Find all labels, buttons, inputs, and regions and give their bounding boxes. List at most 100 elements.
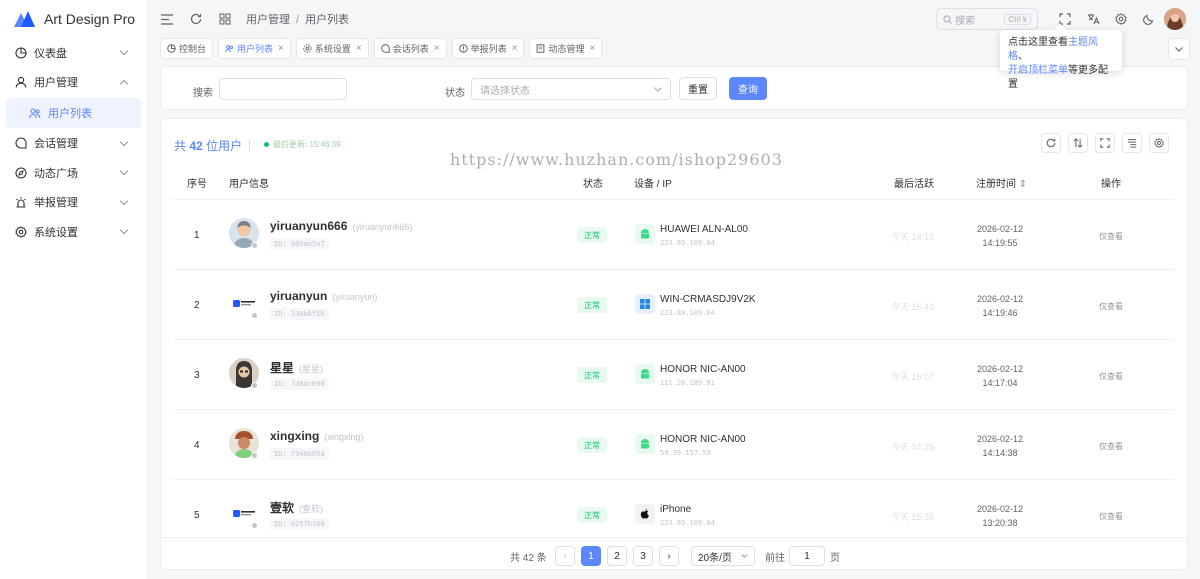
tab-user-list[interactable]: 用户列表 × — [218, 38, 291, 59]
register-time: 2026-02-12 14:19:55 — [977, 222, 1023, 250]
sidebar-item-dashboard[interactable]: 仪表盘 — [6, 38, 141, 68]
prev-page-button[interactable]: ‹ — [555, 546, 575, 566]
sidebar-item-session-management[interactable]: 会话管理 — [6, 129, 141, 159]
goto-page-input[interactable]: 1 — [789, 546, 825, 566]
page-2[interactable]: 2 — [607, 546, 627, 566]
user-alias: (yiruanyun666) — [352, 222, 413, 232]
view-only-action[interactable]: 仅查看 — [1099, 511, 1123, 522]
column-header-register-time[interactable]: 注册时间 ⇕ — [976, 175, 1027, 190]
app-title: Art Design Pro — [44, 11, 136, 27]
breadcrumb: 用户管理 / 用户列表 — [246, 11, 349, 27]
close-icon[interactable]: × — [356, 43, 362, 54]
avatar[interactable] — [1164, 8, 1186, 30]
status-badge: 正常 — [577, 507, 607, 523]
tab-label: 控制台 — [179, 44, 207, 54]
tab-session-list[interactable]: 会话列表 × — [373, 38, 447, 59]
row-index: 1 — [194, 230, 200, 241]
user-alias: (xingxing) — [324, 432, 364, 442]
view-only-action[interactable]: 仅查看 — [1099, 371, 1123, 382]
reset-button[interactable]: 重置 — [679, 77, 717, 100]
ip-address: 111.26.189.81 — [660, 379, 715, 387]
view-only-action[interactable]: 仅查看 — [1099, 441, 1123, 452]
search-input[interactable]: 搜索 Ctrl k — [936, 8, 1038, 30]
row-index: 2 — [194, 300, 200, 311]
register-time: 2026-02-12 14:17:04 — [977, 362, 1023, 390]
sidebar-item-user-management[interactable]: 用户管理 — [6, 68, 141, 98]
tab-feed-management[interactable]: 动态管理 × — [529, 38, 603, 59]
page-size-select[interactable]: 20条/页 — [691, 546, 755, 566]
goto-label: 前往 — [765, 552, 785, 564]
refresh-button[interactable] — [1041, 133, 1061, 153]
sort-button[interactable] — [1068, 133, 1088, 153]
grid-icon[interactable] — [218, 12, 232, 26]
settings-icon[interactable] — [1114, 12, 1128, 26]
ip-address: 223.89.109.84 — [660, 309, 715, 317]
user-name-text: yiruanyun — [270, 289, 328, 303]
sidebar-item-user-list[interactable]: 用户列表 — [6, 98, 141, 128]
view-only-action[interactable]: 仅查看 — [1099, 301, 1123, 312]
document-icon — [536, 44, 545, 53]
dashboard-icon — [14, 46, 28, 60]
windows-icon — [635, 294, 655, 314]
query-button[interactable]: 查询 — [729, 77, 767, 100]
chevron-down-icon — [119, 196, 129, 205]
menu-fold-icon[interactable] — [160, 12, 174, 26]
sidebar-item-feed[interactable]: 动态广场 — [6, 158, 141, 188]
close-icon[interactable]: × — [434, 43, 440, 54]
gear-icon — [1154, 138, 1164, 148]
page-1[interactable]: 1 — [581, 546, 601, 566]
user-name-text: yiruanyun666 — [270, 219, 348, 233]
sidebar-item-system-settings[interactable]: 系统设置 — [6, 217, 141, 247]
user-name-text: xingxing — [270, 429, 320, 443]
tab-label: 系统设置 — [314, 44, 351, 54]
register-date: 2026-02-12 — [977, 434, 1024, 444]
pagination: 共 42 条 ‹ 1 2 3 › 20条/页 前往 1 页 — [161, 537, 1187, 569]
sidebar-item-report-management[interactable]: 举报管理 — [6, 188, 141, 218]
next-page-button[interactable]: › — [659, 546, 679, 566]
status-label: 状态 — [445, 88, 465, 99]
breadcrumb-item[interactable]: 用户管理 — [246, 14, 290, 26]
fullscreen-button[interactable] — [1095, 133, 1115, 153]
user-alias: (壹软) — [299, 504, 324, 514]
user-id: ID: 334b6f56 — [270, 308, 329, 320]
user-id: ID: 0257b160 — [270, 518, 329, 530]
tab-dashboard[interactable]: 控制台 — [160, 38, 214, 59]
close-icon[interactable]: × — [589, 43, 595, 54]
tabs-more-button[interactable] — [1168, 38, 1190, 60]
logo[interactable]: Art Design Pro — [0, 0, 147, 38]
chevron-down-icon — [654, 86, 662, 92]
count-prefix: 共 — [174, 139, 187, 153]
moon-icon[interactable] — [1142, 12, 1156, 26]
tooltip-link-topbar[interactable]: 开启顶栏菜单 — [1008, 65, 1068, 76]
search-field[interactable] — [219, 78, 347, 100]
density-button[interactable] — [1122, 133, 1142, 153]
close-icon[interactable]: × — [512, 43, 518, 54]
status-select[interactable]: 请选择状态 — [471, 78, 671, 100]
breadcrumb-separator: / — [296, 14, 300, 26]
android-icon — [635, 224, 655, 244]
view-only-action[interactable]: 仅查看 — [1099, 231, 1123, 242]
column-settings-button[interactable] — [1149, 133, 1169, 153]
sort-icon — [1073, 138, 1083, 148]
close-icon[interactable]: × — [278, 43, 284, 54]
page-3[interactable]: 3 — [633, 546, 653, 566]
table-toolbar — [1034, 133, 1169, 153]
register-date: 2026-02-12 — [977, 294, 1024, 304]
device-name: HONOR NIC-AN00 — [660, 434, 746, 445]
last-active: 今天 14:25 — [891, 442, 935, 452]
register-time: 2026-02-12 13:20:38 — [977, 502, 1023, 530]
count-number: 42 — [189, 139, 203, 153]
translate-icon[interactable] — [1086, 12, 1100, 26]
table-row: 4 xingxing (xingxing) ID: 7940b05d 正常 HONOR N… — [174, 410, 1174, 480]
sidebar: Art Design Pro 仪表盘 用户管理 用户列表 会话管理 动态广场 举… — [0, 0, 148, 579]
tab-report-list[interactable]: 举报列表 × — [451, 38, 525, 59]
chevron-down-icon — [1175, 46, 1183, 52]
refresh-icon[interactable] — [189, 12, 203, 26]
register-time: 2026-02-12 14:14:38 — [977, 432, 1023, 460]
user-id: ID: 7d8dc09d — [270, 378, 329, 390]
status-badge: 正常 — [577, 227, 607, 243]
settings-tooltip: 点击这里查看主题风格、 开启顶栏菜单等更多配置 — [1000, 30, 1122, 90]
offline-dot — [251, 382, 258, 389]
alert-icon — [458, 44, 468, 53]
tab-system-settings[interactable]: 系统设置 × — [295, 38, 369, 59]
